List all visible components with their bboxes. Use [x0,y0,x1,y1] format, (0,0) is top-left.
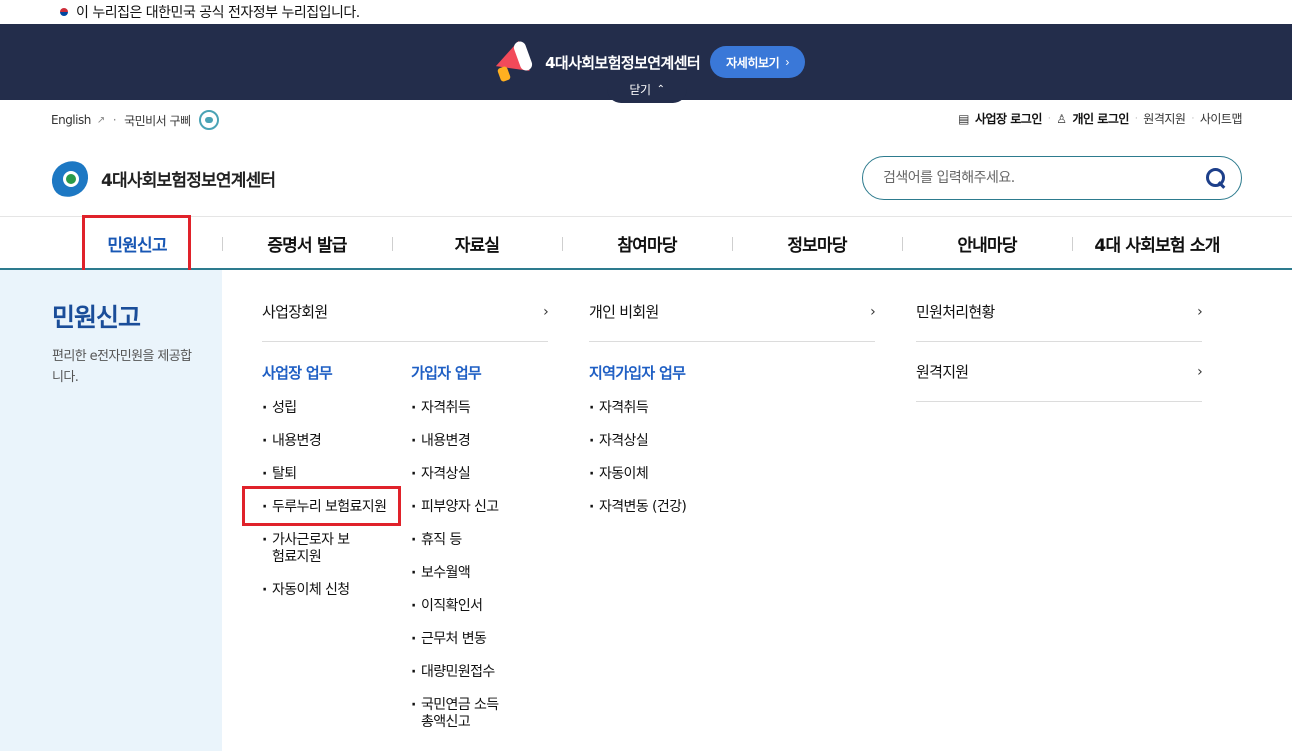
separator-dot: · [1134,113,1138,124]
separator-dot: · [112,113,117,127]
logo-text: 4대사회보험정보연계센터 [101,170,276,191]
megaphone-icon [487,39,534,85]
banner-close-label: 닫기 [629,83,651,97]
subscriber-work-title: 가입자 업무 [411,364,482,382]
utility-bar: English ↗ · 국민비서 구삐 ▤ 사업장 로그인 · ♙ 개인 로그인… [0,100,1292,142]
chevron-right-icon: › [785,55,789,69]
search-icon[interactable] [1205,167,1227,189]
list-item[interactable]: 대량민원접수 [411,664,551,681]
site-header: 4대사회보험정보연계센터 [0,142,1292,216]
chevron-right-icon: › [543,303,549,320]
business-member-link[interactable]: 사업장회원 › [262,282,549,342]
remote-support-label: 원격지원 [916,363,969,381]
personal-nonmember-label: 개인 비회원 [589,303,659,321]
list-item[interactable]: 휴직 등 [411,532,551,549]
list-item[interactable]: 자격상실 [589,433,749,450]
list-item[interactable]: 근무처 변동 [411,631,551,648]
list-item[interactable]: 피부양자 신고 [411,499,551,516]
main-nav: 민원신고 증명서 발급 자료실 참여마당 정보마당 안내마당 4대 사회보험 소… [0,215,1292,273]
person-icon: ♙ [1056,111,1067,126]
list-item[interactable]: 자격상실 [411,466,551,483]
banner-more-label: 자세히보기 [726,55,780,70]
status-label: 민원처리현황 [916,303,995,321]
business-work-title: 사업장 업무 [262,364,333,382]
chevron-right-icon: › [870,303,876,320]
separator-dot: · [1191,113,1194,124]
list-item[interactable]: 이직확인서 [411,598,551,615]
search-box [862,156,1242,200]
remote-support-menu-link[interactable]: 원격지원 › [916,342,1203,402]
nav-item-participation[interactable]: 참여마당 [562,217,732,269]
search-input[interactable] [883,170,1205,186]
mega-menu-panel: 민원신고 편리한 e전자민원을 제공합니다. 사업장회원 › 개인 비회원 › … [0,270,1292,751]
business-login-link[interactable]: 사업장 로그인 [975,110,1042,127]
chevron-right-icon: › [1197,363,1203,380]
nav-item-civil-report[interactable]: 민원신고 [52,217,222,269]
sitemap-link[interactable]: 사이트맵 [1200,110,1243,127]
nav-item-guide[interactable]: 안내마당 [902,217,1072,269]
banner-title: 4대사회보험정보연계센터 [545,53,701,72]
personal-login-link[interactable]: 개인 로그인 [1073,110,1130,127]
personal-nonmember-link[interactable]: 개인 비회원 › [589,282,876,342]
logo-mark-icon [45,154,95,204]
chatbot-icon[interactable] [198,110,219,130]
list-item[interactable]: 보수월액 [411,565,551,582]
korea-flag-icon [56,6,72,18]
regional-work-list: 자격취득 자격상실 자동이체 자격변동 (건강) [589,400,749,532]
mega-menu-title: 민원신고 [52,303,141,332]
list-item[interactable]: 자격취득 [589,400,749,417]
english-link[interactable]: English [51,113,91,127]
regional-work-title: 지역가입자 업무 [589,364,686,382]
nav-item-library[interactable]: 자료실 [392,217,562,269]
list-item[interactable]: 자격변동 (건강) [589,499,749,516]
chevron-up-icon: ⌃ [656,84,665,95]
mega-menu-description: 편리한 e전자민원을 제공합니다. [52,349,192,385]
business-work-list: 성립 내용변경 탈퇴 두루누리 보험료지원 가사근로자 보험료지원 자동이체 신… [262,400,402,615]
mega-menu-sidebar: 민원신고 편리한 e전자민원을 제공합니다. [0,270,222,751]
chevron-right-icon: › [1197,303,1203,320]
list-item[interactable]: 내용변경 [411,433,551,450]
subscriber-work-list: 자격취득 내용변경 자격상실 피부양자 신고 휴직 등 보수월액 이직확인서 근… [411,400,551,747]
chatbot-link[interactable]: 국민비서 구삐 [124,112,191,129]
banner-close-button[interactable]: 닫기 ⌃ [607,76,687,103]
list-item[interactable]: 탈퇴 [262,466,402,483]
list-item[interactable]: 가사근로자 보험료지원 [262,532,352,566]
list-item[interactable]: 내용변경 [262,433,402,450]
list-item[interactable]: 자동이체 [589,466,749,483]
nav-item-about-insurance[interactable]: 4대 사회보험 소개 [1072,217,1242,269]
site-logo[interactable]: 4대사회보험정보연계센터 [45,154,276,204]
remote-support-link[interactable]: 원격지원 [1143,110,1186,127]
building-icon: ▤ [958,111,969,126]
external-link-icon: ↗ [96,114,105,126]
nav-item-information[interactable]: 정보마당 [732,217,902,269]
list-item[interactable]: 성립 [262,400,402,417]
list-item[interactable]: 자동이체 신청 [262,582,402,599]
list-item[interactable]: 국민연금 소득총액신고 [411,697,501,731]
business-member-label: 사업장회원 [262,303,328,321]
list-item[interactable]: 자격취득 [411,400,551,417]
gov-notice-bar: 이 누리집은 대한민국 공식 전자정부 누리집입니다. [0,0,1292,24]
list-item[interactable]: 두루누리 보험료지원 [262,499,402,516]
status-link[interactable]: 민원처리현황 › [916,282,1203,342]
gov-notice-text: 이 누리집은 대한민국 공식 전자정부 누리집입니다. [76,5,360,21]
separator-dot: · [1047,113,1051,124]
banner-more-button[interactable]: 자세히보기 › [710,46,805,78]
nav-item-certificate[interactable]: 증명서 발급 [222,217,392,269]
